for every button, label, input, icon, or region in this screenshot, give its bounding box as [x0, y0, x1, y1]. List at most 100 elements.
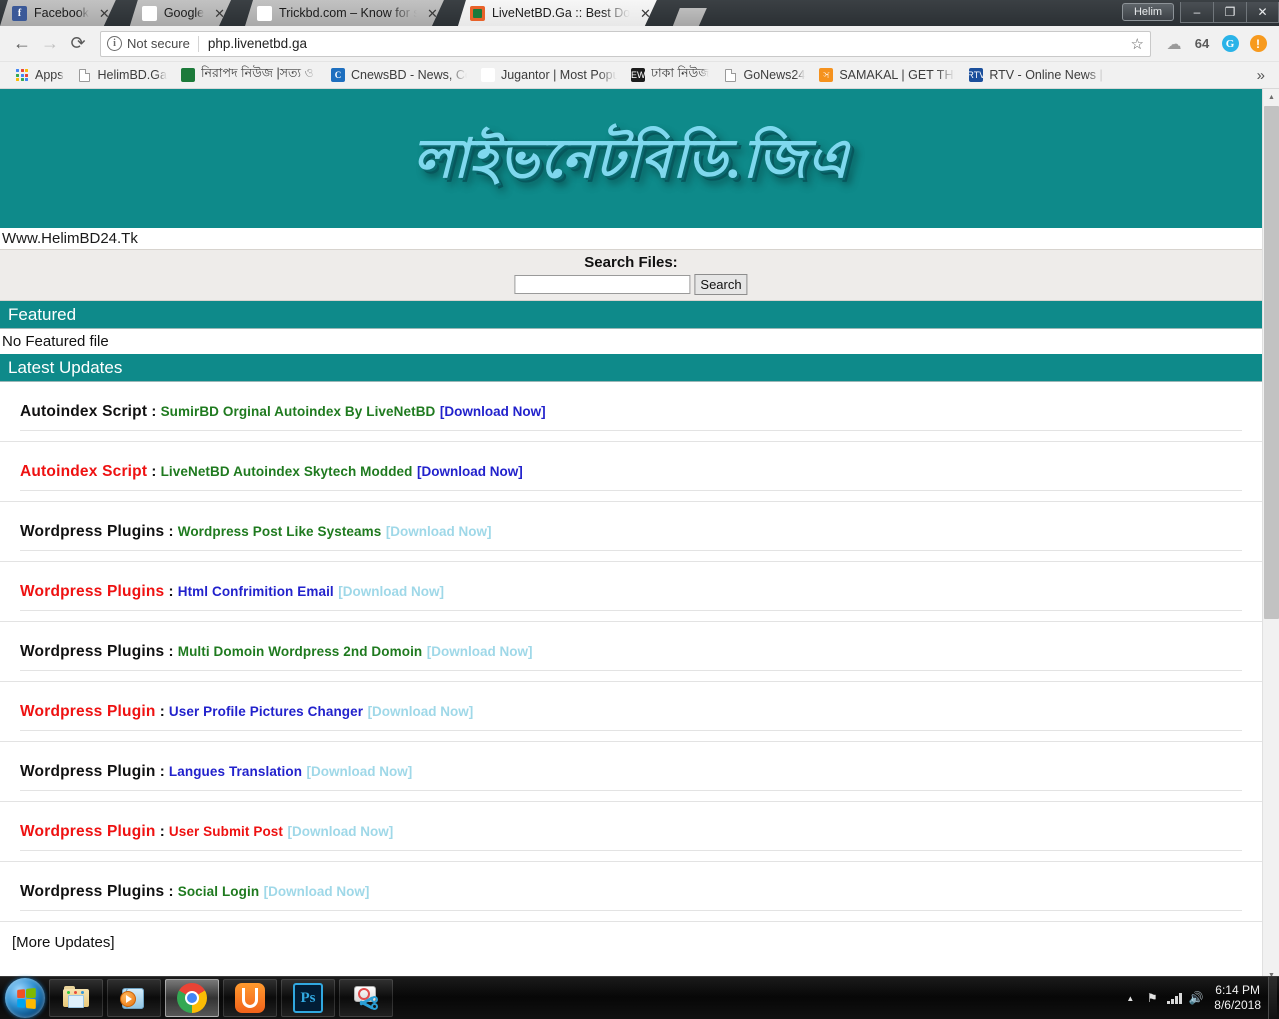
update-title[interactable]: LiveNetBD Autoindex Skytech Modded [161, 464, 413, 479]
download-now-link[interactable]: [Download Now] [417, 464, 523, 479]
update-title[interactable]: Wordpress Post Like Systeams [178, 524, 382, 539]
update-title[interactable]: Html Confrimition Email [178, 584, 334, 599]
bookmark-label: Apps [35, 68, 64, 82]
list-item[interactable]: Wordpress Plugin : Langues Translation [… [0, 742, 1262, 802]
update-title[interactable]: Langues Translation [169, 764, 302, 779]
site-logo[interactable]: লাইভনেটবিডি.জিএ [413, 132, 850, 186]
list-item[interactable]: Autoindex Script : SumirBD Orginal Autoi… [0, 382, 1262, 442]
bookmark-rtv[interactable]: RTV RTV - Online News | \ [962, 65, 1112, 86]
update-title[interactable]: Social Login [178, 884, 259, 899]
row-separator-inset [20, 430, 1242, 431]
update-title[interactable]: User Submit Post [169, 824, 283, 839]
cloud-extension-icon[interactable]: ☁ [1161, 31, 1187, 57]
list-item[interactable]: Wordpress Plugins : Social Login [Downlo… [0, 862, 1262, 922]
bookmark-dhaka-news[interactable]: NEWS ঢাকা নিউজ [624, 65, 717, 86]
jugantor-icon: য [480, 68, 495, 82]
update-category: Autoindex Script [20, 403, 148, 420]
action-center-icon[interactable]: ⚑ [1141, 983, 1163, 1013]
windows-media-player-icon[interactable] [107, 979, 161, 1017]
download-now-link[interactable]: [Download Now] [287, 824, 393, 839]
update-separator: : [155, 823, 169, 840]
page-scrollbar[interactable]: ▲ ▼ [1262, 89, 1279, 984]
download-now-link[interactable]: [Download Now] [368, 704, 474, 719]
tab-close-icon[interactable]: ✕ [214, 7, 225, 20]
list-item[interactable]: Wordpress Plugins : Wordpress Post Like … [0, 502, 1262, 562]
bookmark-star-icon[interactable]: ☆ [1131, 35, 1144, 53]
back-button[interactable]: ← [8, 30, 36, 58]
bookmark-apps[interactable]: Apps [8, 65, 71, 86]
bookmark-jugantor[interactable]: য Jugantor | Most Popu [474, 65, 624, 86]
list-item[interactable]: Wordpress Plugin : User Profile Pictures… [0, 682, 1262, 742]
row-separator-inset [20, 790, 1242, 791]
64-extension-icon[interactable]: 64 [1189, 31, 1215, 57]
start-orb-icon[interactable] [5, 978, 45, 1018]
taskbar-clock[interactable]: 6:14 PM 8/6/2018 [1207, 983, 1268, 1013]
tab-close-icon[interactable]: ✕ [99, 7, 110, 20]
more-updates-link[interactable]: [More Updates] [12, 934, 115, 951]
update-title[interactable]: SumirBD Orginal Autoindex By LiveNetBD [161, 404, 436, 419]
network-signal-icon[interactable] [1163, 983, 1185, 1013]
list-item[interactable]: Wordpress Plugins : Multi Domoin Wordpre… [0, 622, 1262, 682]
download-now-link[interactable]: [Download Now] [307, 764, 413, 779]
google-chrome-icon[interactable] [165, 979, 219, 1017]
download-now-link[interactable]: [Download Now] [338, 584, 444, 599]
bookmark-samakal[interactable]: স SAMAKAL | GET THE [812, 65, 962, 86]
maximize-button[interactable]: ❐ [1213, 1, 1246, 23]
tab-close-icon[interactable]: ✕ [640, 7, 651, 20]
tray-expand-icon[interactable]: ▲ [1119, 983, 1141, 1013]
update-title[interactable]: User Profile Pictures Changer [169, 704, 363, 719]
new-tab-button[interactable] [673, 8, 707, 26]
list-item[interactable]: Wordpress Plugins : Html Confrimition Em… [0, 562, 1262, 622]
download-now-link[interactable]: [Download Now] [264, 884, 370, 899]
bookmark-nirapad-news[interactable]: নিরাপদ নিউজ |সত্য ও ন [174, 65, 324, 86]
bookmark-label: নিরাপদ নিউজ |সত্য ও ন [200, 66, 317, 80]
photoshop-label: Ps [293, 983, 323, 1013]
minimize-button[interactable]: – [1180, 1, 1213, 23]
browser-tab-livenetbd[interactable]: LiveNetBD.Ga :: Best Dow ✕ [458, 0, 657, 26]
tab-title: Trickbd.com – Know for s [279, 6, 418, 20]
profile-chip[interactable]: Helim [1122, 3, 1174, 21]
bookmark-label: ঢাকা নিউজ [650, 66, 710, 80]
apps-grid-icon [15, 68, 29, 82]
show-desktop-button[interactable] [1268, 976, 1277, 1019]
download-now-link[interactable]: [Download Now] [427, 644, 533, 659]
snipping-tool-icon[interactable] [339, 979, 393, 1017]
tab-close-icon[interactable]: ✕ [427, 7, 438, 20]
search-input[interactable] [514, 275, 691, 294]
page-viewport: লাইভনেটবিডি.জিএ Www.HelimBD24.Tk Search … [0, 89, 1279, 984]
scrollbar-thumb[interactable] [1264, 106, 1279, 619]
close-button[interactable]: ✕ [1246, 1, 1279, 23]
update-title[interactable]: Multi Domoin Wordpress 2nd Domoin [178, 644, 423, 659]
download-now-link[interactable]: [Download Now] [386, 524, 492, 539]
google-icon: G [142, 6, 157, 21]
address-bar[interactable]: i Not secure php.livenetbd.ga ☆ [100, 30, 1151, 57]
forward-button[interactable]: → [36, 30, 64, 58]
update-separator: : [164, 643, 178, 660]
browser-tab-facebook[interactable]: f Facebook ✕ [0, 0, 116, 26]
info-circle-icon[interactable]: i [107, 36, 122, 51]
list-item[interactable]: Autoindex Script : LiveNetBD Autoindex S… [0, 442, 1262, 502]
browser-tab-google[interactable]: G Google ✕ [130, 0, 231, 26]
file-explorer-icon[interactable] [49, 979, 103, 1017]
reload-button[interactable]: ⟳ [64, 30, 92, 58]
search-button[interactable]: Search [694, 274, 748, 295]
browser-tab-trickbd[interactable]: ⊗ Trickbd.com – Know for s ✕ [245, 0, 444, 26]
bookmark-label: CnewsBD - News, Co [350, 68, 467, 82]
bookmark-gonews24[interactable]: GoNews24 [716, 65, 812, 86]
g-extension-icon[interactable]: G [1217, 31, 1243, 57]
scroll-up-icon[interactable]: ▲ [1263, 89, 1279, 106]
list-item[interactable]: Wordpress Plugin : User Submit Post [Dow… [0, 802, 1262, 862]
volume-icon[interactable]: 🔊 [1185, 983, 1207, 1013]
leaf-icon [180, 68, 195, 82]
clock-date: 8/6/2018 [1214, 998, 1261, 1012]
update-category: Wordpress Plugin [20, 823, 156, 840]
uc-browser-icon[interactable] [223, 979, 277, 1017]
bookmark-cnewsbd[interactable]: C CnewsBD - News, Co [324, 65, 474, 86]
chrome-menu-icon[interactable]: ! [1245, 31, 1271, 57]
bookmark-helimbdga[interactable]: HelimBD.Ga [71, 65, 174, 86]
update-separator: : [155, 703, 169, 720]
bookmarks-overflow-button[interactable]: » [1251, 67, 1271, 84]
featured-empty-text: No Featured file [0, 329, 1262, 354]
download-now-link[interactable]: [Download Now] [440, 404, 546, 419]
photoshop-icon[interactable]: Ps [281, 979, 335, 1017]
